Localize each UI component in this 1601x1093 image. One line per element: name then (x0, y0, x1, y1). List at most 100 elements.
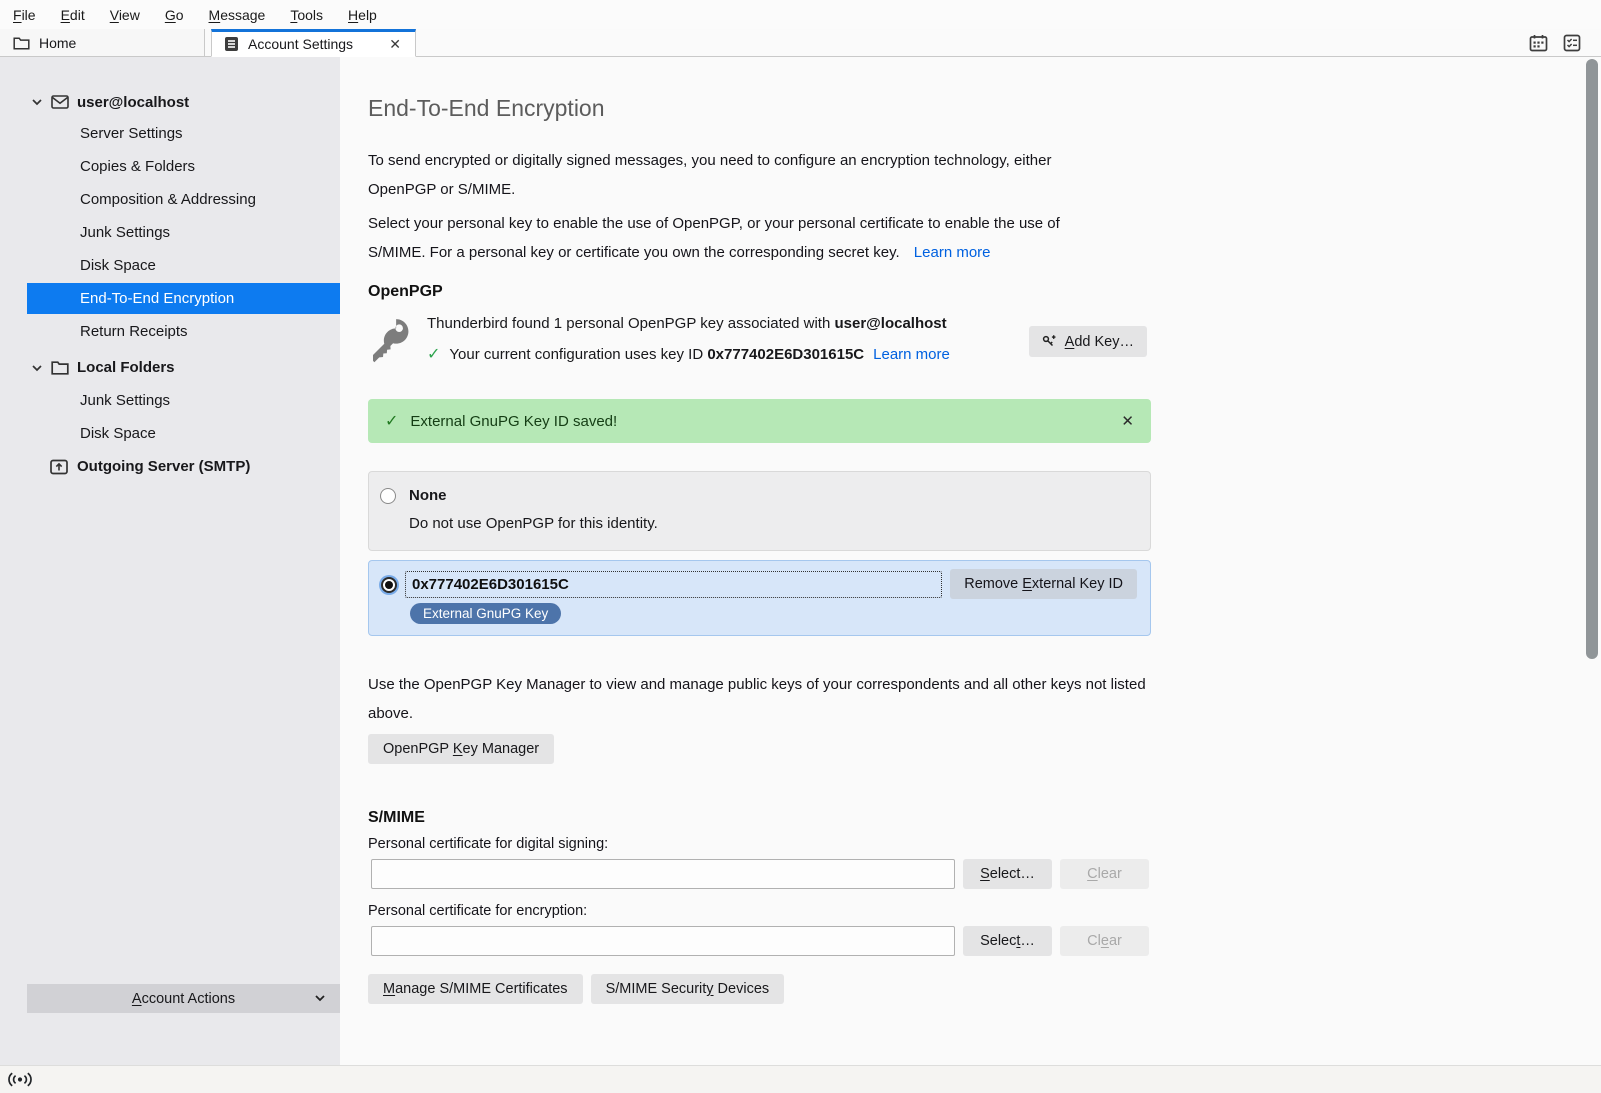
key-manager-description: Use the OpenPGP Key Manager to view and … (368, 670, 1148, 728)
outgoing-server-icon (50, 459, 68, 475)
tab-home-label: Home (39, 35, 76, 51)
signing-select-button[interactable]: Select… (963, 859, 1052, 889)
encryption-select-label: Select… (980, 933, 1035, 949)
tab-bar: Home Account Settings ✕ (0, 29, 1601, 57)
openpgp-found-line: Thunderbird found 1 personal OpenPGP key… (427, 315, 950, 332)
menu-edit[interactable]: Edit (61, 7, 85, 23)
sidebar-account-label: user@localhost (77, 94, 189, 111)
chevron-down-icon[interactable] (31, 96, 43, 108)
none-label: None (409, 487, 447, 504)
add-key-label: Add Key… (1065, 334, 1134, 350)
menu-help[interactable]: Help (348, 7, 377, 23)
sidebar-local-folders-label: Local Folders (77, 359, 175, 376)
menu-bar: File Edit View Go Message Tools Help (0, 0, 1601, 29)
thunderbird-window: File Edit View Go Message Tools Help Hom… (0, 0, 1601, 1093)
sidebar-item-outgoing-server[interactable]: Outgoing Server (SMTP) (0, 450, 340, 483)
folder-icon (13, 35, 30, 50)
encryption-cert-input[interactable] (371, 926, 955, 956)
sidebar-item-label: Disk Space (80, 257, 156, 274)
calendar-icon[interactable] (1529, 34, 1548, 52)
openpgp-heading: OpenPGP (368, 283, 443, 301)
tab-close-icon[interactable]: ✕ (389, 36, 401, 53)
sidebar-item-label: Copies & Folders (80, 158, 195, 175)
sidebar-item-label: Junk Settings (80, 224, 170, 241)
sidebar-account-header[interactable]: user@localhost (0, 87, 340, 117)
key-icon (373, 319, 413, 363)
signing-select-label: Select… (980, 866, 1035, 882)
add-key-icon (1042, 335, 1058, 348)
sidebar-item-label: End-To-End Encryption (80, 290, 234, 307)
sidebar-item-label: Server Settings (80, 125, 183, 142)
online-status-icon[interactable] (8, 1072, 32, 1087)
openpgp-key-manager-button[interactable]: OpenPGP Key Manager (368, 734, 554, 764)
manage-smime-certificates-button[interactable]: Manage S/MIME Certificates (368, 974, 583, 1004)
external-gnupg-key-badge: External GnuPG Key (410, 603, 561, 624)
sidebar-item-junk-settings[interactable]: Junk Settings (0, 216, 340, 249)
manage-smime-label: Manage S/MIME Certificates (383, 981, 568, 997)
tab-account-settings[interactable]: Account Settings ✕ (211, 29, 416, 57)
none-radio[interactable] (380, 488, 396, 504)
menu-view[interactable]: View (110, 7, 140, 23)
add-key-button[interactable]: Add Key… (1029, 326, 1147, 357)
external-key-radio[interactable] (381, 577, 397, 593)
sidebar-outgoing-label: Outgoing Server (SMTP) (77, 458, 250, 475)
remove-external-key-label: Remove External Key ID (964, 576, 1123, 592)
signing-cert-input[interactable] (371, 859, 955, 889)
menu-tools[interactable]: Tools (290, 7, 323, 23)
notification-text: External GnuPG Key ID saved! (410, 413, 617, 430)
openpgp-status-row: Thunderbird found 1 personal OpenPGP key… (368, 315, 1153, 364)
menu-message[interactable]: Message (209, 7, 266, 23)
sidebar-item-local-disk-space[interactable]: Disk Space (0, 417, 340, 450)
openpgp-key-manager-label: OpenPGP Key Manager (383, 741, 539, 757)
key-learn-more-link[interactable]: Learn more (873, 346, 950, 363)
notification-close-icon[interactable]: ✕ (1121, 412, 1134, 430)
page-title: End-To-End Encryption (368, 95, 605, 122)
tab-home[interactable]: Home (0, 29, 205, 56)
signing-clear-button[interactable]: Clear (1060, 859, 1149, 889)
settings-document-icon (224, 36, 239, 52)
intro-paragraph-2: Select your personal key to enable the u… (368, 209, 1113, 267)
remove-external-key-button[interactable]: Remove External Key ID (950, 569, 1137, 599)
encryption-clear-label: Clear (1087, 933, 1122, 949)
tab-account-settings-label: Account Settings (248, 36, 353, 52)
sidebar-item-label: Composition & Addressing (80, 191, 256, 208)
chevron-down-icon[interactable] (31, 362, 43, 374)
none-description: Do not use OpenPGP for this identity. (409, 515, 1150, 532)
encryption-select-button[interactable]: Select… (963, 926, 1052, 956)
encryption-cert-label: Personal certificate for encryption: (368, 903, 587, 919)
sidebar-item-return-receipts[interactable]: Return Receipts (0, 315, 340, 348)
sidebar-item-local-junk-settings[interactable]: Junk Settings (0, 384, 340, 417)
sidebar-item-disk-space[interactable]: Disk Space (0, 249, 340, 282)
account-actions-button[interactable]: Account Actions (27, 984, 340, 1013)
external-key-id-input[interactable] (405, 571, 942, 598)
openpgp-found-account: user@localhost (834, 315, 946, 332)
sidebar-local-folders-header[interactable]: Local Folders (0, 351, 340, 384)
signing-cert-label: Personal certificate for digital signing… (368, 836, 608, 852)
sidebar-item-end-to-end-encryption[interactable]: End-To-End Encryption (27, 283, 340, 314)
openpgp-none-option[interactable]: None Do not use OpenPGP for this identit… (368, 471, 1151, 551)
openpgp-config-key: 0x777402E6D301615C (707, 346, 864, 363)
menu-file[interactable]: File (13, 7, 36, 23)
sidebar-item-composition-addressing[interactable]: Composition & Addressing (0, 183, 340, 216)
vertical-scrollbar[interactable] (1586, 59, 1598, 659)
smime-security-devices-button[interactable]: S/MIME Security Devices (591, 974, 785, 1004)
sidebar-item-copies-folders[interactable]: Copies & Folders (0, 150, 340, 183)
sidebar-item-label: Disk Space (80, 425, 156, 442)
account-settings-sidebar: user@localhost Server Settings Copies & … (0, 57, 340, 1065)
end-to-end-encryption-pane: End-To-End Encryption To send encrypted … (340, 57, 1601, 1065)
account-actions-label: Account Actions (132, 991, 235, 1007)
chevron-down-icon (314, 992, 326, 1004)
encryption-clear-button[interactable]: Clear (1060, 926, 1149, 956)
notification-bar: ✓ External GnuPG Key ID saved! ✕ (368, 399, 1151, 443)
learn-more-link[interactable]: Learn more (914, 244, 991, 261)
check-icon: ✓ (427, 344, 440, 364)
openpgp-external-key-option[interactable]: Remove External Key ID External GnuPG Ke… (368, 560, 1151, 636)
intro-paragraph-1: To send encrypted or digitally signed me… (368, 146, 1106, 204)
openpgp-found-text: Thunderbird found 1 personal OpenPGP key… (427, 315, 834, 332)
signing-cert-row: Select… Clear (371, 859, 1149, 889)
sidebar-item-server-settings[interactable]: Server Settings (0, 117, 340, 150)
menu-go[interactable]: Go (165, 7, 184, 23)
tasks-icon[interactable] (1563, 34, 1581, 52)
openpgp-config-line: ✓ Your current configuration uses key ID… (427, 344, 950, 364)
openpgp-config-text: Your current configuration uses key ID 0… (449, 346, 864, 363)
